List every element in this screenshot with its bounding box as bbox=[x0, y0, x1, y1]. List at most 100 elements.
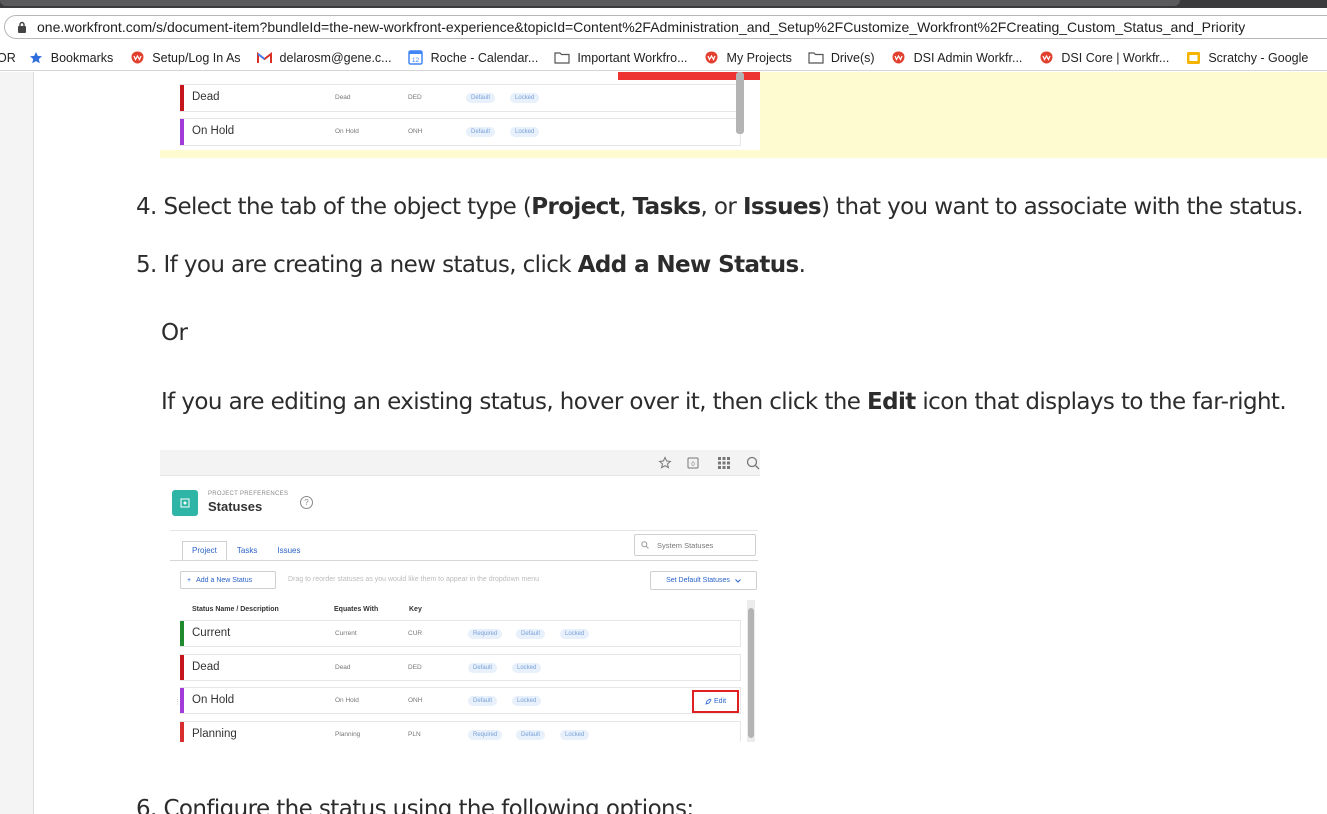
search-icon bbox=[641, 541, 649, 549]
tab-tasks: Tasks bbox=[236, 546, 258, 555]
step-text: ) that you want to associate with the st… bbox=[820, 194, 1304, 220]
url-text[interactable]: one.workfront.com/s/document-item?bundle… bbox=[37, 19, 1245, 35]
bookmark-or[interactable]: OR bbox=[0, 51, 16, 65]
status-pill: Locked bbox=[510, 127, 540, 137]
bookmark-drives[interactable]: Drive(s) bbox=[808, 50, 875, 66]
workfront-logo-icon bbox=[891, 50, 907, 66]
status-pill: Required bbox=[468, 629, 503, 639]
status-equates: Planning bbox=[335, 731, 361, 738]
bold-add-new-status: Add a New Status bbox=[577, 252, 800, 278]
bookmark-bookmarks[interactable]: Bookmarks bbox=[28, 50, 114, 66]
step-text: . bbox=[798, 252, 806, 278]
para-text: If you are editing an existing status, h… bbox=[161, 389, 868, 415]
column-header-equates: Equates With bbox=[334, 606, 379, 613]
left-sidebar-gutter bbox=[0, 72, 34, 814]
star-icon bbox=[657, 455, 673, 471]
edit-highlight-box: Edit bbox=[692, 690, 739, 713]
workfront-logo-icon bbox=[704, 50, 720, 66]
step-text: Select the tab of the object type ( bbox=[163, 194, 532, 220]
search-icon bbox=[745, 455, 760, 471]
address-bar-area: one.workfront.com/s/document-item?bundle… bbox=[0, 9, 1327, 45]
bookmark-label: Setup/Log In As bbox=[152, 50, 241, 65]
search-placeholder: System Statuses bbox=[657, 540, 714, 550]
status-color-bar bbox=[180, 722, 184, 742]
bookmark-dsi-admin[interactable]: DSI Admin Workfr... bbox=[891, 50, 1023, 66]
bookmark-label: Bookmarks bbox=[50, 50, 114, 65]
notification-icon: 0 bbox=[685, 455, 701, 471]
statuses-tile-icon bbox=[172, 490, 198, 516]
bookmark-label: Important Workfro... bbox=[577, 50, 688, 65]
status-key: ONH bbox=[408, 128, 423, 135]
document-page: Dead Dead DED Default Locked On Hold On … bbox=[0, 72, 1327, 814]
step-number: 5. bbox=[136, 252, 157, 278]
status-equates: Current bbox=[335, 630, 357, 637]
bold-tasks: Tasks bbox=[632, 194, 702, 220]
status-pill: Default bbox=[468, 663, 498, 673]
active-tab[interactable] bbox=[0, 0, 1180, 6]
set-default-statuses-button: Set Default Statuses bbox=[650, 571, 757, 590]
status-color-bar bbox=[180, 655, 184, 680]
status-pill: Locked bbox=[560, 629, 590, 639]
edit-label: Edit bbox=[713, 698, 727, 705]
bookmark-calendar[interactable]: 12 Roche - Calendar... bbox=[408, 50, 539, 66]
divider bbox=[170, 530, 758, 531]
prev-scrollbar-thumb bbox=[736, 72, 744, 134]
bookmark-setup-login[interactable]: Setup/Log In As bbox=[129, 50, 241, 66]
bookmark-my-projects[interactable]: My Projects bbox=[704, 50, 792, 66]
or-paragraph: Or bbox=[161, 320, 188, 346]
plus-icon: + bbox=[187, 576, 192, 584]
bookmark-label: Scratchy - Google bbox=[1208, 50, 1309, 65]
screenshot-toolbar: 0 bbox=[160, 450, 760, 476]
gmail-icon bbox=[257, 50, 273, 66]
column-header-name: Status Name / Description bbox=[192, 606, 279, 613]
svg-text:0: 0 bbox=[691, 462, 695, 468]
bookmark-label: DSI Admin Workfr... bbox=[913, 50, 1023, 65]
step-6: 6. Configure the status using the follow… bbox=[136, 796, 694, 814]
status-name: Dead bbox=[192, 661, 220, 673]
status-equates: Dead bbox=[335, 664, 351, 671]
status-pill: Default bbox=[466, 93, 496, 103]
bookmark-scratchy[interactable]: Scratchy - Google bbox=[1185, 50, 1308, 66]
page-title: Statuses bbox=[208, 499, 263, 514]
star-icon bbox=[28, 50, 44, 66]
status-name: Dead bbox=[192, 91, 220, 103]
bookmark-dsi-core[interactable]: DSI Core | Workfr... bbox=[1038, 50, 1169, 66]
step-text: , or bbox=[700, 194, 743, 220]
bookmark-gmail[interactable]: delarosm@gene.c... bbox=[257, 50, 392, 66]
step-text: If you are creating a new status, click bbox=[163, 252, 578, 278]
lock-icon[interactable] bbox=[15, 20, 29, 34]
status-pill: Required bbox=[468, 730, 503, 740]
status-name: Current bbox=[192, 627, 231, 639]
drag-handle-icon: ⋮ bbox=[174, 699, 181, 706]
bookmark-label: My Projects bbox=[726, 50, 792, 65]
bookmark-label: Drive(s) bbox=[830, 50, 875, 65]
object-type-tabs: Project Tasks Issues bbox=[182, 541, 310, 561]
status-pill: Default bbox=[516, 629, 546, 639]
bookmark-label: delarosm@gene.c... bbox=[279, 50, 392, 65]
browser-tab-strip bbox=[0, 0, 1327, 8]
bookmark-label: Roche - Calendar... bbox=[430, 50, 539, 65]
status-name: On Hold bbox=[192, 694, 235, 706]
step-text: , bbox=[619, 194, 633, 220]
step-number: 4. bbox=[136, 194, 157, 220]
grid-icon bbox=[716, 455, 732, 471]
chevron-down-icon bbox=[735, 578, 741, 583]
bookmark-label: OR bbox=[0, 50, 16, 65]
status-name: Planning bbox=[192, 728, 237, 740]
bookmark-important-workfront[interactable]: Important Workfro... bbox=[554, 50, 688, 66]
slides-icon bbox=[1185, 50, 1201, 66]
add-button-label: Add a New Status bbox=[196, 576, 253, 584]
bold-issues: Issues bbox=[742, 194, 822, 220]
status-row-current: Current Current CUR Required Default Loc… bbox=[180, 620, 741, 647]
prev-status-row-dead: Dead Dead DED Default Locked bbox=[180, 84, 741, 112]
screenshot-scrollbar bbox=[747, 600, 755, 742]
address-bar[interactable]: one.workfront.com/s/document-item?bundle… bbox=[4, 15, 1327, 39]
scrollbar-thumb bbox=[748, 608, 754, 738]
status-key: PLN bbox=[408, 731, 421, 738]
set-default-label: Set Default Statuses bbox=[666, 577, 730, 584]
statuses-screenshot: 0 PROJECT PREFERENCES Statuses ? Project… bbox=[160, 450, 760, 742]
bold-project: Project bbox=[531, 194, 620, 220]
tab-issues: Issues bbox=[277, 546, 301, 555]
status-key: CUR bbox=[408, 630, 423, 637]
status-pill: Default bbox=[516, 730, 546, 740]
